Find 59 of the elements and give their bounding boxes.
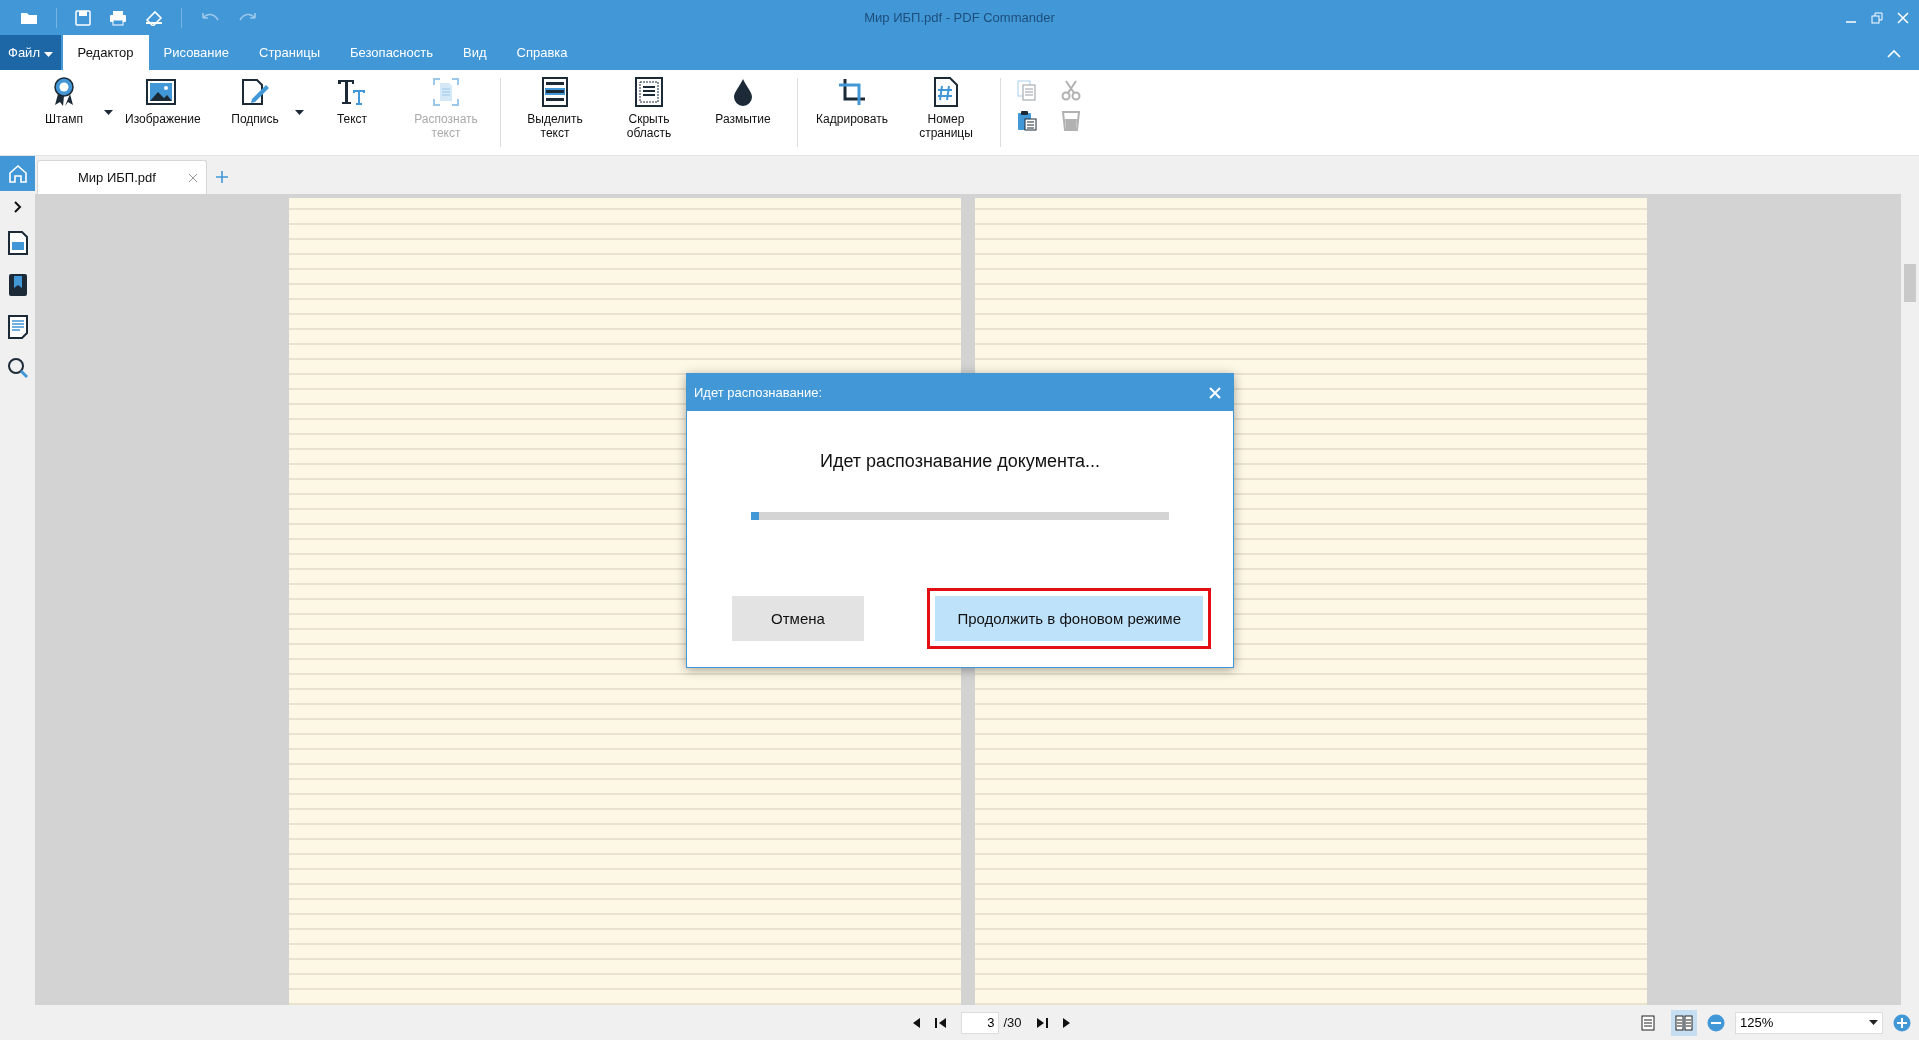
- zoom-in-icon[interactable]: [1893, 1013, 1911, 1032]
- crop-icon: [837, 77, 867, 107]
- toolbar-button[interactable]: Размытие: [697, 70, 789, 128]
- previous-page-icon[interactable]: [911, 1016, 922, 1029]
- stamp-icon: [52, 77, 76, 107]
- close-tab-icon[interactable]: [188, 172, 198, 183]
- first-page-icon[interactable]: [935, 1016, 948, 1029]
- bookmark-icon[interactable]: [7, 273, 28, 297]
- toolbar-button[interactable]: Штамп: [18, 70, 110, 128]
- dialog-title: Идет распознавание:: [694, 385, 823, 400]
- close-icon[interactable]: [1209, 386, 1221, 399]
- print-icon[interactable]: [109, 9, 127, 26]
- home-icon: [7, 163, 28, 184]
- cancel-button[interactable]: Отмена: [732, 596, 864, 641]
- restore-icon[interactable]: [1871, 11, 1883, 24]
- home-button[interactable]: [0, 156, 35, 191]
- folder-icon[interactable]: [20, 10, 38, 25]
- drop-icon: [733, 78, 753, 106]
- document-tab[interactable]: Мир ИБП.pdf: [37, 160, 207, 194]
- highlight-text-icon: [542, 77, 568, 107]
- last-page-icon[interactable]: [1035, 1016, 1048, 1029]
- caret-icon: [43, 52, 53, 57]
- toolbar-button[interactable]: Выделить текст: [509, 70, 601, 142]
- toolbar-button[interactable]: Номер страницы: [900, 70, 992, 142]
- toolbar-button[interactable]: Кадрировать: [806, 70, 898, 128]
- ribbon-tab[interactable]: Редактор: [62, 35, 149, 70]
- text-recognition-icon: [432, 77, 460, 107]
- caret-icon: [1869, 1020, 1878, 1025]
- toolbar-button[interactable]: Изображение: [115, 70, 207, 128]
- image-icon: [146, 79, 176, 105]
- text-icon: [337, 78, 367, 106]
- two-page-view-icon[interactable]: [1671, 1009, 1697, 1036]
- scanner-icon[interactable]: [145, 9, 163, 26]
- clipboard-icon[interactable]: [1015, 108, 1039, 132]
- window-title: Мир ИБП.pdf - PDF Commander: [864, 10, 1055, 25]
- page-number-field[interactable]: 3: [961, 1011, 1000, 1034]
- expand-chevron-icon[interactable]: [13, 201, 22, 213]
- page-count: /30: [1003, 1015, 1022, 1030]
- page-number-icon: [934, 77, 958, 107]
- status-message: Идет распознавание документа...: [820, 451, 1100, 472]
- save-icon[interactable]: [75, 9, 91, 26]
- document-pen-icon: [240, 77, 270, 107]
- zoom-out-icon[interactable]: [1707, 1013, 1725, 1032]
- dropdown-caret-icon[interactable]: [104, 110, 113, 115]
- search-icon[interactable]: [6, 357, 29, 379]
- annotations-icon[interactable]: [7, 315, 28, 339]
- toolbar-button[interactable]: Подпись: [209, 70, 301, 128]
- toolbar-button[interactable]: Скрыть область: [603, 70, 695, 142]
- new-tab-icon[interactable]: [215, 170, 229, 184]
- next-page-icon[interactable]: [1061, 1016, 1072, 1029]
- toolbar-button[interactable]: Текст: [306, 70, 398, 128]
- continue-button[interactable]: Продолжить в фоновом режиме: [935, 596, 1203, 641]
- zoom-dropdown[interactable]: 125%: [1735, 1011, 1883, 1034]
- file-menu-button[interactable]: Файл: [0, 35, 61, 70]
- collapse-ribbon-icon[interactable]: [1887, 49, 1901, 58]
- page-thumbnail-icon[interactable]: [7, 231, 28, 255]
- dropdown-caret-icon[interactable]: [295, 110, 304, 115]
- hide-area-icon: [635, 77, 663, 107]
- close-icon[interactable]: [1897, 11, 1909, 24]
